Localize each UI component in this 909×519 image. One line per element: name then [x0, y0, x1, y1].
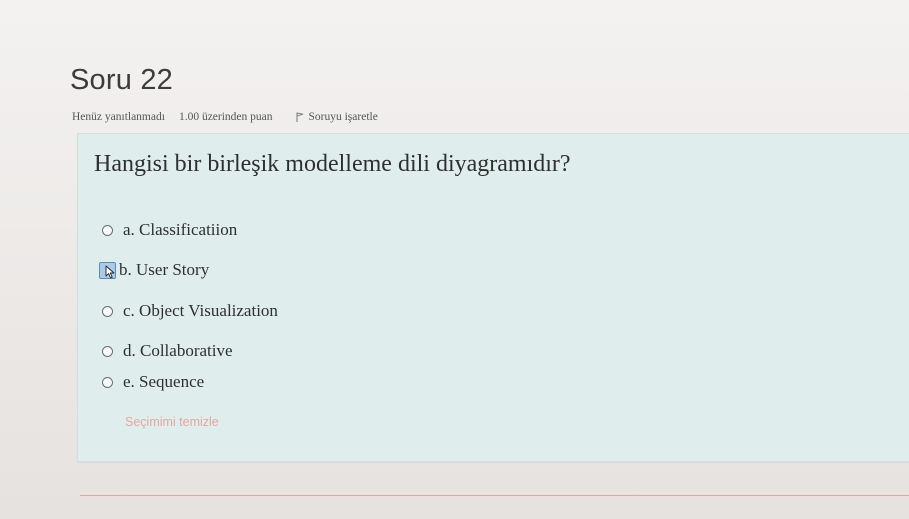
radio-button-c[interactable] [102, 306, 113, 317]
radio-button-a[interactable] [102, 225, 113, 236]
radio-button-e[interactable] [102, 377, 113, 388]
flag-icon [296, 112, 303, 122]
question-panel: Hangisi bir birleşik modelleme dili diya… [77, 133, 909, 462]
flag-question-label: Soruyu işaretle [308, 111, 378, 123]
answer-label-d: d. Collaborative [123, 341, 233, 360]
answer-option-d[interactable]: d. Collaborative [102, 340, 278, 362]
answer-option-b[interactable]: b. User Story [99, 259, 278, 281]
question-text: Hangisi bir birleşik modelleme dili diya… [94, 151, 571, 177]
flag-question-link[interactable]: Soruyu işaretle [295, 111, 378, 123]
question-points: 1.00 üzerinden puan [178, 111, 273, 123]
answer-option-c[interactable]: c. Object Visualization [102, 300, 278, 322]
section-divider [80, 495, 909, 496]
answer-option-a[interactable]: a. Classificatiion [102, 219, 278, 241]
question-title: Soru 22 [70, 64, 173, 96]
clear-choice-link[interactable]: Seçimimi temizle [125, 415, 219, 429]
answer-label-e: e. Sequence [123, 372, 205, 391]
mouse-pointer-icon [105, 265, 115, 279]
answer-label-c: c. Object Visualization [123, 301, 278, 320]
answer-label-a: a. Classificatiion [123, 220, 238, 239]
answer-options: a. Classificatiion b. User Story c. Obje… [99, 219, 278, 393]
answer-label-b: b. User Story [119, 260, 210, 279]
radio-button-d[interactable] [102, 346, 113, 357]
question-status: Henüz yanıtlanmadı [72, 111, 165, 123]
answer-option-e[interactable]: e. Sequence [102, 371, 278, 393]
radio-button-b[interactable] [99, 262, 116, 279]
question-info: Henüz yanıtlanmadı 1.00 üzerinden puan S… [72, 111, 378, 123]
